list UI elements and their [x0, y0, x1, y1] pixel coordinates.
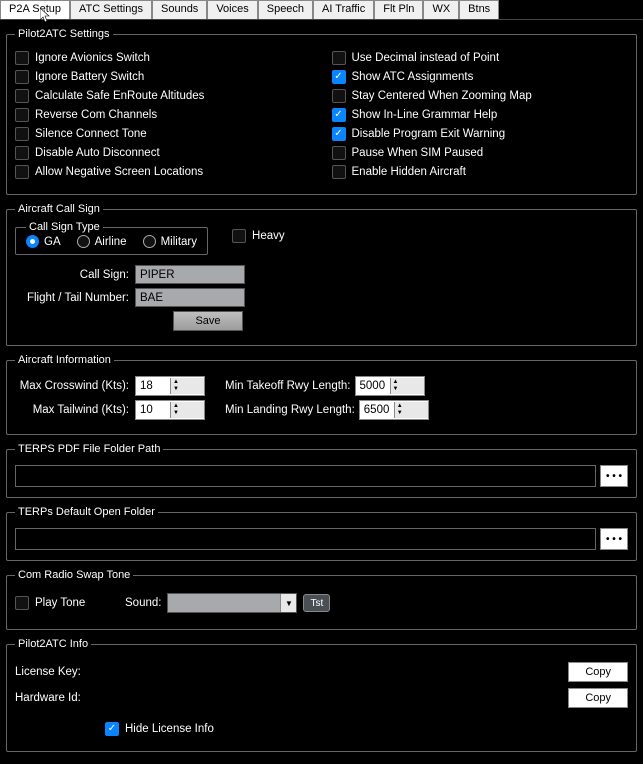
spin-max-crosswind[interactable]: 18▲▼ — [135, 376, 205, 396]
chk-heavy[interactable] — [232, 229, 246, 243]
copy-license-button[interactable]: Copy — [568, 662, 628, 682]
chk-play-tone[interactable] — [15, 596, 29, 610]
aircraft-info-legend: Aircraft Information — [15, 354, 114, 366]
aircraft-callsign-legend: Aircraft Call Sign — [15, 203, 103, 215]
chk-enable-hidden[interactable] — [332, 165, 346, 179]
lbl-callsign: Call Sign: — [15, 269, 135, 281]
lbl-silence-connect: Silence Connect Tone — [35, 128, 147, 140]
chk-allow-neg-screen[interactable] — [15, 165, 29, 179]
lbl-hide-license: Hide License Info — [125, 723, 214, 735]
pilot2atc-info-legend: Pilot2ATC Info — [15, 638, 91, 650]
tst-button[interactable]: Tst — [303, 594, 330, 612]
tab-sounds[interactable]: Sounds — [152, 0, 207, 19]
lbl-max-crosswind: Max Crosswind (Kts): — [15, 380, 135, 392]
tab-ai-traffic[interactable]: AI Traffic — [313, 0, 374, 19]
tab-btns[interactable]: Btns — [459, 0, 499, 19]
chk-ignore-avionics[interactable] — [15, 51, 29, 65]
lbl-ignore-battery: Ignore Battery Switch — [35, 71, 144, 83]
tab-wx[interactable]: WX — [423, 0, 459, 19]
chk-hide-license[interactable] — [105, 722, 119, 736]
callsign-type-group: Call Sign Type GA Airline Military — [15, 221, 208, 255]
lbl-military: Military — [161, 236, 197, 248]
radio-military[interactable] — [143, 235, 156, 248]
lbl-show-atc-assign: Show ATC Assignments — [352, 71, 474, 83]
input-callsign[interactable] — [135, 265, 245, 284]
chk-silence-connect[interactable] — [15, 127, 29, 141]
browse-terps-pdf-button[interactable]: • • • — [600, 465, 628, 487]
com-radio-legend: Com Radio Swap Tone — [15, 569, 133, 581]
lbl-hardware-id: Hardware Id: — [15, 692, 115, 704]
lbl-ga: GA — [44, 236, 61, 248]
input-terps-pdf-path[interactable] — [15, 465, 596, 487]
chk-inline-grammar[interactable] — [332, 108, 346, 122]
chevron-down-icon[interactable]: ▼ — [280, 594, 296, 612]
lbl-play-tone: Play Tone — [35, 597, 85, 609]
chk-stay-centered[interactable] — [332, 89, 346, 103]
lbl-max-tailwind: Max Tailwind (Kts): — [15, 404, 135, 416]
lbl-inline-grammar: Show In-Line Grammar Help — [352, 109, 498, 121]
input-flight-number[interactable] — [135, 288, 245, 307]
radio-ga[interactable] — [26, 235, 39, 248]
lbl-reverse-com: Reverse Com Channels — [35, 109, 157, 121]
tab-voices[interactable]: Voices — [207, 0, 257, 19]
lbl-disable-exit-warn: Disable Program Exit Warning — [352, 128, 506, 140]
chk-reverse-com[interactable] — [15, 108, 29, 122]
spinner-arrows-icon[interactable]: ▲▼ — [390, 378, 424, 394]
lbl-calc-safe-alt: Calculate Safe EnRoute Altitudes — [35, 90, 204, 102]
tab-flt-pln[interactable]: Flt Pln — [374, 0, 423, 19]
spin-min-takeoff[interactable]: 5000▲▼ — [355, 376, 425, 396]
pilot2atc-info-group: Pilot2ATC Info License Key: Copy Hardwar… — [6, 638, 637, 752]
browse-terps-open-button[interactable]: • • • — [600, 528, 628, 550]
lbl-ignore-avionics: Ignore Avionics Switch — [35, 52, 150, 64]
aircraft-info-group: Aircraft Information Max Crosswind (Kts)… — [6, 354, 637, 435]
lbl-license-key: License Key: — [15, 666, 115, 678]
spinner-arrows-icon[interactable]: ▲▼ — [394, 402, 428, 418]
chk-ignore-battery[interactable] — [15, 70, 29, 84]
lbl-flight-number: Flight / Tail Number: — [15, 292, 135, 304]
terps-open-group: TERPs Default Open Folder • • • — [6, 506, 637, 561]
spinner-arrows-icon[interactable]: ▲▼ — [170, 402, 204, 418]
chk-pause-sim[interactable] — [332, 146, 346, 160]
lbl-use-decimal: Use Decimal instead of Point — [352, 52, 500, 64]
chk-use-decimal[interactable] — [332, 51, 346, 65]
tab-p2a-setup[interactable]: P2A Setup — [0, 0, 70, 19]
lbl-min-landing: Min Landing Rwy Length: — [225, 404, 359, 416]
callsign-type-legend: Call Sign Type — [26, 221, 103, 233]
spin-max-tailwind[interactable]: 10▲▼ — [135, 400, 205, 420]
tab-speech[interactable]: Speech — [258, 0, 313, 19]
save-button[interactable]: Save — [173, 311, 243, 331]
terps-open-legend: TERPs Default Open Folder — [15, 506, 158, 518]
terps-pdf-legend: TERPS PDF File Folder Path — [15, 443, 163, 455]
lbl-airline: Airline — [95, 236, 127, 248]
lbl-stay-centered: Stay Centered When Zooming Map — [352, 90, 532, 102]
terps-pdf-group: TERPS PDF File Folder Path • • • — [6, 443, 637, 498]
chk-show-atc-assign[interactable] — [332, 70, 346, 84]
com-radio-group: Com Radio Swap Tone Play Tone Sound: ▼ T… — [6, 569, 637, 630]
copy-hardware-button[interactable]: Copy — [568, 688, 628, 708]
spin-min-landing[interactable]: 6500▲▼ — [359, 400, 429, 420]
tab-bar: P2A Setup ATC Settings Sounds Voices Spe… — [0, 0, 643, 20]
combo-sound[interactable]: ▼ — [167, 593, 297, 613]
pilot2atc-settings-group: Pilot2ATC Settings Ignore Avionics Switc… — [6, 28, 637, 195]
lbl-pause-sim: Pause When SIM Paused — [352, 147, 484, 159]
spinner-arrows-icon[interactable]: ▲▼ — [170, 378, 204, 394]
lbl-sound: Sound: — [125, 597, 167, 609]
chk-calc-safe-alt[interactable] — [15, 89, 29, 103]
radio-airline[interactable] — [77, 235, 90, 248]
lbl-allow-neg-screen: Allow Negative Screen Locations — [35, 166, 203, 178]
lbl-disable-auto-disc: Disable Auto Disconnect — [35, 147, 160, 159]
pilot2atc-settings-legend: Pilot2ATC Settings — [15, 28, 113, 40]
chk-disable-exit-warn[interactable] — [332, 127, 346, 141]
chk-disable-auto-disc[interactable] — [15, 146, 29, 160]
lbl-heavy: Heavy — [252, 230, 285, 242]
aircraft-callsign-group: Aircraft Call Sign Call Sign Type GA Air… — [6, 203, 637, 346]
tab-atc-settings[interactable]: ATC Settings — [70, 0, 152, 19]
lbl-min-takeoff: Min Takeoff Rwy Length: — [225, 380, 355, 392]
lbl-enable-hidden: Enable Hidden Aircraft — [352, 166, 466, 178]
input-terps-open-path[interactable] — [15, 528, 596, 550]
